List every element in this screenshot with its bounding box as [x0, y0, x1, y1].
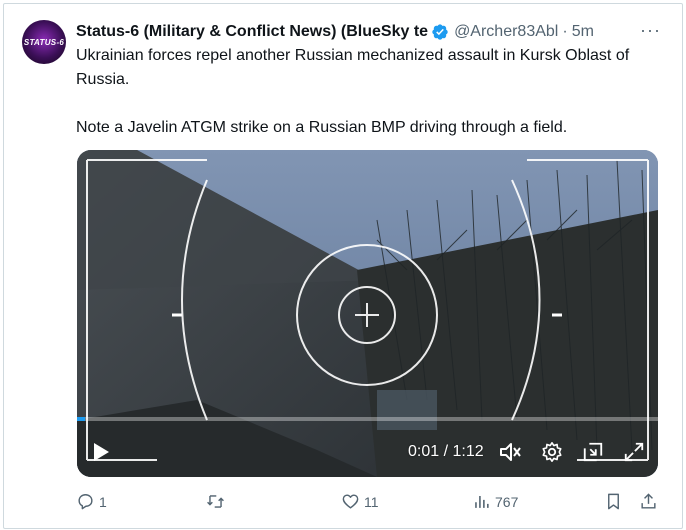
- view-count: 767: [495, 493, 519, 510]
- video-player[interactable]: 0:01 / 1:12: [77, 150, 658, 477]
- repost-button[interactable]: [206, 492, 229, 511]
- post-time[interactable]: 5m: [572, 23, 594, 41]
- like-count: 11: [364, 493, 379, 510]
- more-options-icon[interactable]: ···: [640, 20, 661, 40]
- settings-icon[interactable]: [541, 441, 563, 463]
- verified-badge-icon: [432, 24, 448, 40]
- pip-icon[interactable]: [582, 441, 604, 463]
- play-icon[interactable]: [91, 441, 111, 463]
- avatar-text: STATUS-6: [23, 37, 65, 47]
- heart-icon: [342, 494, 359, 509]
- video-progress-track: [77, 417, 658, 421]
- video-progress-fill: [77, 417, 86, 421]
- video-timecode: 0:01 / 1:12: [408, 443, 484, 460]
- post-header: Status-6 (Military & Conflict News) (Blu…: [76, 20, 661, 44]
- repost-icon: [207, 495, 224, 508]
- reply-button[interactable]: 1: [76, 492, 107, 511]
- views-button[interactable]: 767: [472, 492, 518, 511]
- post-text-line: Note a Javelin ATGM strike on a Russian …: [76, 119, 568, 136]
- bookmark-icon: [608, 493, 619, 510]
- action-bar: 1 11 767: [76, 492, 661, 514]
- post-text: Ukrainian forces repel another Russian m…: [76, 44, 661, 140]
- fullscreen-icon[interactable]: [623, 441, 645, 463]
- post-text-line: Ukrainian forces repel another Russian m…: [76, 47, 630, 88]
- video-frame: [77, 150, 658, 477]
- views-chart-icon: [475, 495, 489, 508]
- author-handle[interactable]: @Archer83Abl: [454, 23, 558, 41]
- bookmark-button[interactable]: [604, 492, 623, 511]
- share-button[interactable]: [639, 492, 658, 511]
- like-button[interactable]: 11: [341, 492, 379, 511]
- reply-count: 1: [99, 493, 107, 510]
- reply-icon: [78, 494, 93, 510]
- author-name[interactable]: Status-6 (Military & Conflict News) (Blu…: [76, 23, 428, 41]
- separator-dot: ·: [562, 23, 568, 40]
- share-icon: [641, 493, 656, 509]
- mute-icon[interactable]: [499, 441, 523, 463]
- avatar[interactable]: STATUS-6: [22, 20, 66, 64]
